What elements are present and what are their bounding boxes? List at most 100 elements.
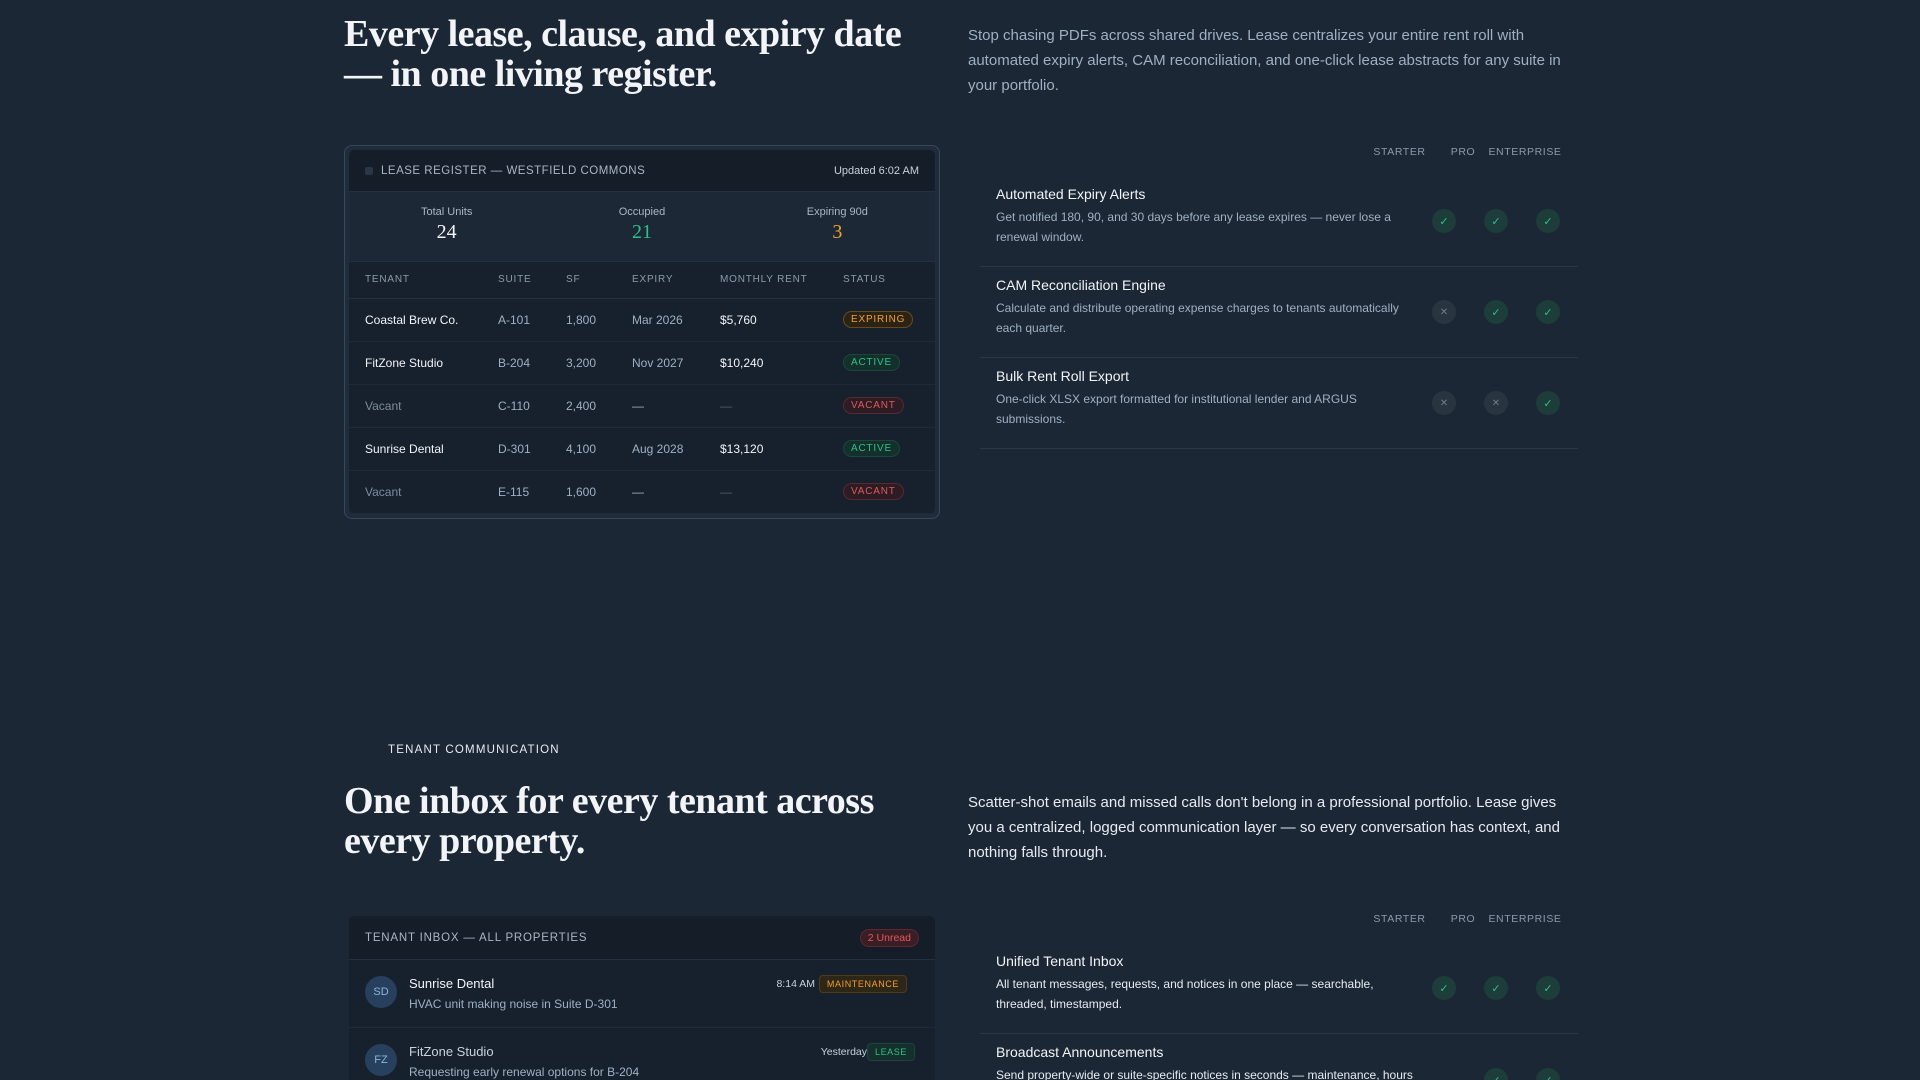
register-table: TENANT SUITE SF EXPIRY MONTHLY RENT STAT… [349,262,935,514]
tier-starter: STARTER [1373,146,1426,158]
inbox-header: TENANT INBOX — ALL PROPERTIES 2 Unread [349,916,935,960]
register-headline: Every lease, clause, and expiry date — i… [344,13,902,95]
avatar: FZ [365,1044,397,1076]
cross-icon: ✕ [1432,391,1456,415]
feature-title: Broadcast Announcements [996,1044,1164,1060]
category-tag: MAINTENANCE [818,975,907,993]
inbox-message[interactable]: FZ FitZone Studio Requesting early renew… [349,1028,935,1080]
square-feet: 4,100 [550,427,616,471]
check-icon: ✓ [1484,976,1508,1000]
feature-bulk-rent-roll-export: Bulk Rent Roll Export One-click XLSX exp… [980,358,1578,449]
message-time: 8:14 AM [776,978,815,990]
tenant-name: FitZone Studio [349,341,482,385]
feature-description: One-click XLSX export formatted for inst… [996,392,1357,426]
stat-occupied: Occupied 21 [618,206,666,243]
feature-description: Send property-wide or suite-specific not… [996,1068,1413,1080]
col-monthly-rent[interactable]: MONTHLY RENT [704,262,827,299]
expiry: Nov 2027 [616,341,704,385]
status-badge: VACANT [843,483,904,500]
feature-title: Automated Expiry Alerts [996,186,1146,202]
feature-description: Get notified 180, 90, and 30 days before… [996,210,1391,244]
message-preview: Requesting early renewal options for B-2… [409,1065,640,1079]
tier-enterprise: ENTERPRISE [1488,146,1562,158]
tenant-name: Sunrise Dental [349,427,482,471]
check-icon: ✓ [1484,300,1508,324]
square-feet: 1,600 [550,470,616,514]
table-row[interactable]: Vacant C-110 2,400 — — VACANT [349,384,935,428]
check-icon: ✓ [1536,300,1560,324]
monthly-rent: $5,760 [704,298,827,342]
tier-enterprise: ENTERPRISE [1488,913,1562,925]
table-row[interactable]: FitZone Studio B-204 3,200 Nov 2027 $10,… [349,341,935,385]
square-feet: 1,800 [550,298,616,342]
col-tenant[interactable]: TENANT [349,262,482,299]
col-sf[interactable]: SF [550,262,616,299]
col-suite[interactable]: SUITE [482,262,550,299]
cross-icon: ✕ [1432,300,1456,324]
tier-pro: PRO [1450,146,1476,158]
tier-starter: STARTER [1373,913,1426,925]
suite: C-110 [482,384,550,428]
register-lead: Stop chasing PDFs across shared drives. … [968,27,1561,94]
table-row[interactable]: Vacant E-115 1,600 — — VACANT [349,470,935,514]
check-icon: ✓ [1536,976,1560,1000]
expiry: — [616,470,704,514]
feature-title: CAM Reconciliation Engine [996,277,1166,293]
feature-title: Bulk Rent Roll Export [996,368,1130,384]
feature-broadcast-announcements: Broadcast Announcements Send property-wi… [980,1034,1578,1080]
status-badge: ACTIVE [843,354,900,371]
suite: B-204 [482,341,550,385]
monthly-rent: $10,240 [704,341,827,385]
register-title: LEASE REGISTER — WESTFIELD COMMONS [381,164,646,177]
table-row[interactable]: Sunrise Dental D-301 4,100 Aug 2028 $13,… [349,427,935,471]
suite: D-301 [482,427,550,471]
inbox-headline: One inbox for every tenant across every … [344,780,874,862]
expiry: — [616,384,704,428]
feature-description: All tenant messages, requests, and notic… [996,977,1374,1011]
inbox-title: TENANT INBOX — ALL PROPERTIES [365,931,588,944]
tenant-inbox-card: TENANT INBOX — ALL PROPERTIES 2 Unread S… [349,916,935,1080]
check-icon: ✓ [1536,391,1560,415]
stat-total-units: Total Units 24 [420,206,473,243]
monthly-rent: — [704,470,827,514]
register-icon [365,166,373,175]
message-preview: HVAC unit making noise in Suite D-301 [409,997,618,1011]
suite: E-115 [482,470,550,514]
section-eyebrow: TENANT COMMUNICATION [388,744,560,756]
status-badge: EXPIRING [843,311,914,328]
table-row[interactable]: Coastal Brew Co. A-101 1,800 Mar 2026 $5… [349,298,935,342]
square-feet: 2,400 [550,384,616,428]
check-icon: ✓ [1432,976,1456,1000]
check-icon: ✓ [1536,1068,1560,1080]
feature-description: Calculate and distribute operating expen… [996,301,1399,335]
status-badge: VACANT [843,397,904,414]
message-time: Yesterday [820,1046,867,1058]
check-icon: ✓ [1432,209,1456,233]
lease-register-card: LEASE REGISTER — WESTFIELD COMMONS Updat… [344,145,940,519]
cross-icon: ✕ [1484,391,1508,415]
feature-title: Unified Tenant Inbox [996,953,1124,969]
register-header: LEASE REGISTER — WESTFIELD COMMONS Updat… [349,150,935,192]
sender-name: FitZone Studio [409,1044,494,1059]
category-tag: LEASE [866,1043,915,1061]
status-badge: ACTIVE [843,440,900,457]
inbox-message[interactable]: SD Sunrise Dental HVAC unit making noise… [349,960,935,1028]
register-updated: Updated 6:02 AM [833,164,919,177]
expiry: Mar 2026 [616,298,704,342]
stat-expiring: Expiring 90d 3 [806,206,868,243]
register-stats: Total Units 24 Occupied 21 Expiring 90d … [349,192,935,262]
tenant-name: Vacant [349,470,482,514]
tier-header-2: STARTER PRO ENTERPRISE [1360,913,1563,925]
check-icon: ✓ [1484,1068,1508,1080]
feature-automated-expiry-alerts: Automated Expiry Alerts Get notified 180… [980,176,1578,267]
col-expiry[interactable]: EXPIRY [616,262,704,299]
tier-pro: PRO [1450,913,1476,925]
inbox-lead: Scatter-shot emails and missed calls don… [968,794,1560,861]
expiry: Aug 2028 [616,427,704,471]
sender-name: Sunrise Dental [409,976,495,991]
monthly-rent: — [704,384,827,428]
unread-badge[interactable]: 2 Unread [859,928,919,947]
col-status[interactable]: STATUS [827,262,935,299]
suite: A-101 [482,298,550,342]
square-feet: 3,200 [550,341,616,385]
